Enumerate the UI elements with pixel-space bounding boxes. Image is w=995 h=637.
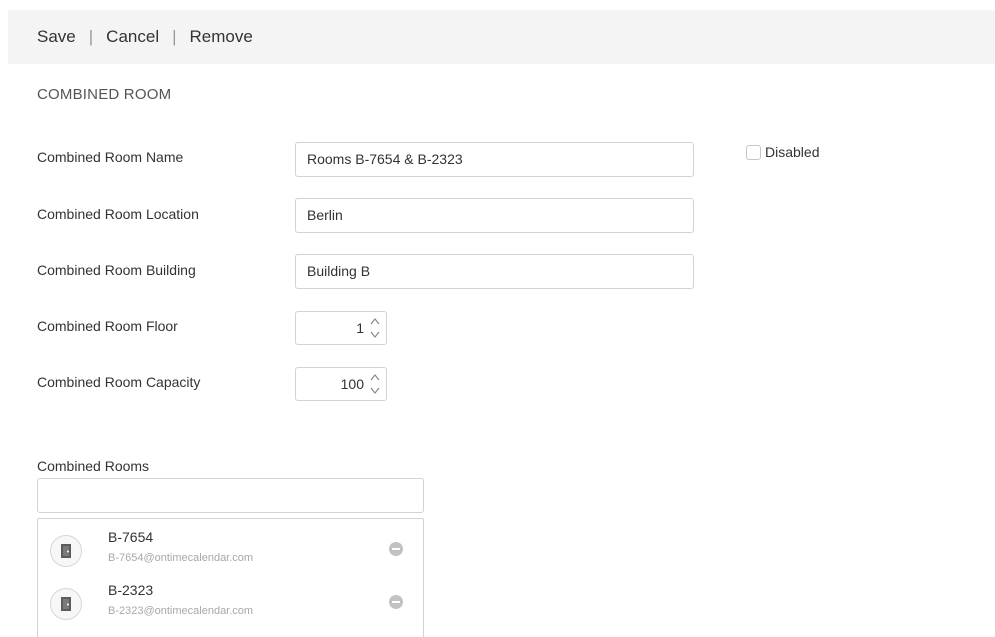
list-item: B-2323 B-2323@ontimecalendar.com: [38, 582, 423, 632]
room-location-label: Combined Room Location: [37, 206, 199, 222]
room-location-input[interactable]: Berlin: [295, 198, 694, 233]
room-item-name: B-7654: [108, 529, 154, 545]
combined-rooms-list: B-7654 B-7654@ontimecalendar.com B-2323 …: [37, 518, 424, 637]
room-search-input[interactable]: [37, 478, 424, 513]
room-name-input[interactable]: Rooms B-7654 & B-2323: [295, 142, 694, 177]
disabled-checkbox[interactable]: Disabled: [746, 144, 819, 160]
capacity-stepper[interactable]: 100: [295, 367, 387, 401]
room-item-name: B-2323: [108, 582, 154, 598]
toolbar-separator: |: [172, 27, 177, 46]
room-building-input[interactable]: Building B: [295, 254, 694, 289]
remove-room-icon[interactable]: [389, 595, 403, 609]
door-icon: [50, 535, 82, 567]
spinner-arrows-icon[interactable]: [369, 371, 381, 397]
capacity-value[interactable]: 100: [341, 368, 364, 400]
remove-room-icon[interactable]: [389, 542, 403, 556]
floor-stepper[interactable]: 1: [295, 311, 387, 345]
floor-value[interactable]: 1: [356, 312, 364, 344]
room-floor-label: Combined Room Floor: [37, 318, 178, 334]
combined-rooms-label: Combined Rooms: [37, 458, 150, 474]
remove-button[interactable]: Remove: [190, 27, 253, 47]
room-item-email: B-7654@ontimecalendar.com: [108, 552, 254, 564]
list-item: B-7654 B-7654@ontimecalendar.com: [38, 529, 423, 579]
toolbar: Save | Cancel | Remove: [8, 10, 995, 64]
cancel-button[interactable]: Cancel: [106, 27, 159, 47]
toolbar-separator: |: [88, 27, 94, 46]
save-button[interactable]: Save: [37, 27, 76, 47]
section-title: COMBINED ROOM: [37, 86, 172, 103]
checkbox-icon[interactable]: [746, 144, 761, 160]
room-building-label: Combined Room Building: [37, 262, 196, 278]
disabled-label: Disabled: [765, 144, 820, 160]
room-capacity-label: Combined Room Capacity: [37, 374, 201, 390]
door-icon: [50, 588, 82, 620]
room-item-email: B-2323@ontimecalendar.com: [108, 605, 254, 617]
room-name-label: Combined Room Name: [37, 149, 184, 165]
spinner-arrows-icon[interactable]: [369, 315, 381, 341]
